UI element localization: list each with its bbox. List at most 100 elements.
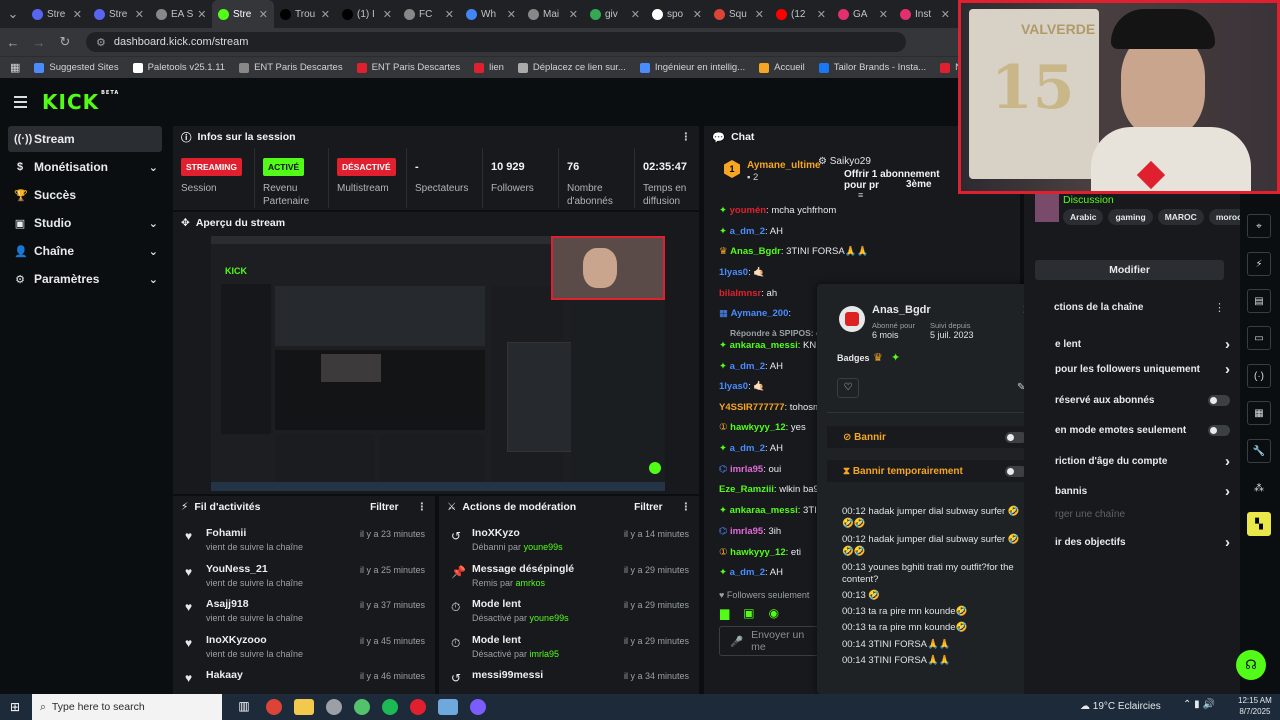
chat-message[interactable]: ⌬ imrla95: 3ih: [719, 526, 781, 537]
back-icon[interactable]: ←: [0, 35, 26, 50]
channel-action-toggle[interactable]: [1208, 425, 1230, 436]
tab-close-icon[interactable]: ✕: [693, 8, 702, 21]
list-item[interactable]: ⏱ Mode lent Désactivé par youne99s il y a 2…: [439, 595, 699, 631]
browser-tab[interactable]: Mai ✕: [522, 0, 584, 28]
taskbar-search[interactable]: ⌕ Type here to search: [32, 694, 222, 720]
chat-username[interactable]: a_dm_2: [730, 567, 765, 578]
expand-icon[interactable]: ≡: [858, 190, 863, 200]
tab-close-icon[interactable]: ✕: [259, 8, 268, 21]
browser-tab[interactable]: Squ ✕: [708, 0, 770, 28]
tab-close-icon[interactable]: ✕: [383, 8, 392, 21]
site-info-icon[interactable]: ⚙: [96, 36, 106, 49]
chat-username[interactable]: imrla95: [730, 464, 763, 475]
moderation-by-user[interactable]: youne99s: [530, 613, 569, 623]
chevron-down-icon[interactable]: ⌄: [149, 161, 158, 174]
bookmark-item[interactable]: Tailor Brands - Insta...: [818, 62, 926, 73]
clock[interactable]: 12:15 AM 8/7/2025: [1238, 695, 1272, 717]
tab-close-icon[interactable]: ✕: [817, 8, 826, 21]
browser-tab[interactable]: Trou ✕: [274, 0, 336, 28]
browser-tab[interactable]: giv ✕: [584, 0, 646, 28]
stream-preview[interactable]: KICK: [211, 236, 665, 491]
bolt-icon[interactable]: ⚡: [1247, 252, 1271, 276]
chat-message[interactable]: ① hawkyyy_12: eti: [719, 547, 801, 558]
channel-actions-menu-icon[interactable]: ⋮: [1214, 301, 1225, 314]
chevron-down-icon[interactable]: ⌄: [149, 245, 158, 258]
list-item[interactable]: ♥ InoXKyzooo vient de suivre la chaîne il y…: [173, 631, 435, 667]
activity-menu-icon[interactable]: ⋮: [417, 501, 428, 513]
session-menu-icon[interactable]: ⋮: [681, 131, 692, 143]
chat-username[interactable]: 1lyas0: [719, 267, 748, 278]
clapper-icon[interactable]: ▚: [1247, 512, 1271, 536]
support-button[interactable]: ☊: [1236, 650, 1266, 680]
browser-tab[interactable]: spo ✕: [646, 0, 708, 28]
chat-message[interactable]: ① hawkyyy_12: yes: [719, 422, 806, 433]
chat-username[interactable]: imrla95: [730, 526, 763, 537]
chat-message[interactable]: ✦ a_dm_2: AH: [719, 567, 783, 578]
mic-icon[interactable]: 🎤: [730, 635, 743, 648]
chat-message[interactable]: ✦ ankaraa_messi: 3TI: [719, 505, 817, 516]
chat-username[interactable]: ankaraa_messi: [730, 505, 798, 516]
tab-close-icon[interactable]: ✕: [73, 8, 82, 21]
sidebar-item-studio[interactable]: ▣ Studio ⌄: [8, 210, 162, 236]
channel-action-row[interactable]: riction d'âge du compte ›: [1055, 453, 1230, 470]
channel-action-row[interactable]: en mode emotes seulement: [1055, 425, 1230, 436]
list-item[interactable]: ♥ Fohamii vient de suivre la chaîne il y a …: [173, 524, 435, 560]
chat-message[interactable]: ✦ a_dm_2: AH: [719, 361, 783, 372]
chat-message[interactable]: ✦ a_dm_2: AH: [719, 443, 783, 454]
reload-icon[interactable]: ↻: [52, 34, 78, 50]
moderation-menu-icon[interactable]: ⋮: [681, 501, 692, 513]
browser-tab[interactable]: (12 ✕: [770, 0, 832, 28]
moderation-filter-button[interactable]: Filtrer: [634, 502, 662, 513]
channel-action-toggle[interactable]: [1208, 395, 1230, 406]
windows-start-icon[interactable]: ⊞: [10, 700, 24, 714]
tab-close-icon[interactable]: ✕: [879, 8, 888, 21]
chat-username[interactable]: Répondre à SPIPOS:: [730, 328, 814, 338]
browser-tab[interactable]: GA ✕: [832, 0, 894, 28]
tray-icons[interactable]: ⌃ ▮ 🔊: [1183, 699, 1215, 710]
url-field[interactable]: ⚙ dashboard.kick.com/stream: [86, 32, 906, 52]
menu-icon[interactable]: [14, 96, 27, 111]
browser-tab[interactable]: (1) I ✕: [336, 0, 398, 28]
chat-message[interactable]: bilalmnsr: ah: [719, 288, 777, 299]
chrome-icon[interactable]: [266, 699, 282, 715]
chat-username[interactable]: a_dm_2: [730, 361, 765, 372]
list-item[interactable]: ↺ InoXKyzo Débanni par youne99s il y a 14 m…: [439, 524, 699, 560]
moderation-by-user[interactable]: imrla95: [530, 649, 560, 659]
tag-chip[interactable]: Arabic: [1063, 209, 1104, 225]
document-icon[interactable]: ▤: [1247, 289, 1271, 313]
chat-username[interactable]: a_dm_2: [730, 443, 765, 454]
chat-message[interactable]: ✦ a_dm_2: AH: [719, 226, 783, 237]
chat-message[interactable]: 1lyas0: 🤙🏻: [719, 267, 765, 278]
chat-bubble-icon[interactable]: ▭: [1247, 326, 1271, 350]
chat-username[interactable]: a_dm_2: [730, 226, 765, 237]
list-item[interactable]: ♥ Asajj918 vient de suivre la chaîne il y a…: [173, 595, 435, 631]
moderation-by-user[interactable]: youne99s: [524, 542, 563, 552]
bookmark-item[interactable]: Déplacez ce lien sur...: [517, 62, 626, 73]
chevron-right-icon[interactable]: ›: [1225, 336, 1230, 353]
edit-button[interactable]: Modifier: [1035, 260, 1224, 280]
spotify-icon[interactable]: [382, 699, 398, 715]
tab-close-icon[interactable]: ✕: [197, 8, 206, 21]
chat-username[interactable]: 1lyas0: [719, 381, 748, 392]
chat-message[interactable]: Eze_Ramziii: wlkin ba9it: [719, 484, 824, 495]
app-icon[interactable]: [470, 699, 486, 715]
tab-close-icon[interactable]: ✕: [941, 8, 950, 21]
list-item[interactable]: ⏱ Mode lent Désactivé par imrla95 il y a 29…: [439, 631, 699, 667]
chat-username[interactable]: Eze_Ramziii: [719, 484, 774, 495]
wrench-icon[interactable]: 🔧: [1247, 439, 1271, 463]
chevron-down-icon[interactable]: ⌄: [149, 217, 158, 230]
emote-icon[interactable]: ◉: [769, 606, 779, 622]
bookmark-item[interactable]: lien: [474, 62, 504, 73]
moderation-by-user[interactable]: amrkos: [516, 578, 546, 588]
list-item[interactable]: 📌 Message désépinglé Remis par amrkos il y …: [439, 560, 699, 596]
follow-heart-button[interactable]: ♡: [837, 378, 859, 398]
bookmark-item[interactable]: ENT Paris Descartes: [239, 62, 343, 73]
tab-close-icon[interactable]: ✕: [755, 8, 764, 21]
activity-filter-button[interactable]: Filtrer: [370, 502, 398, 513]
bookmark-item[interactable]: Accueil: [759, 62, 805, 73]
sidebar-item-user[interactable]: 👤 Chaîne ⌄: [8, 238, 162, 264]
channel-action-row[interactable]: rger une chaîne: [1055, 509, 1230, 520]
chat-message[interactable]: Y4SSIR777777: tohosm: [719, 402, 821, 413]
chevron-right-icon[interactable]: ›: [1225, 361, 1230, 378]
chat-username[interactable]: hawkyyy_12: [730, 422, 785, 433]
